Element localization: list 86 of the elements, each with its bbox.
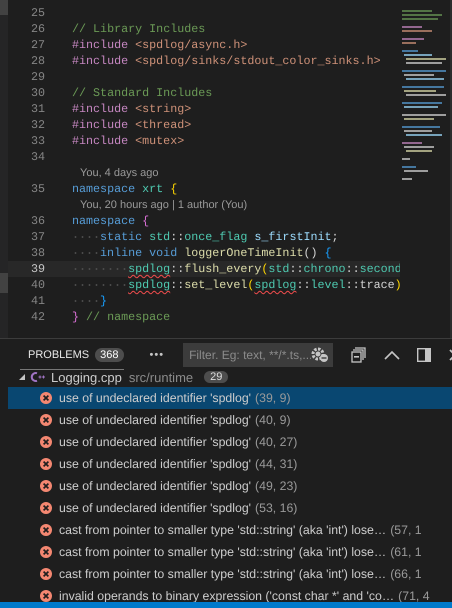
code-line: // Standard Includes — [72, 85, 212, 101]
line-number: 36 — [30, 213, 45, 229]
problem-message: cast from pointer to smaller type 'std::string' (aka 'int') lose… — [59, 545, 386, 559]
problem-message: use of undeclared identifier 'spdlog' — [59, 501, 252, 515]
problem-location: (44, 31) — [255, 457, 298, 471]
code-line: #include <thread> — [72, 117, 192, 133]
code-line: } // namespace — [72, 309, 170, 325]
problem-item[interactable]: use of undeclared identifier 'spdlog' (53, 16) — [8, 497, 452, 519]
line-number: 42 — [30, 309, 45, 325]
problem-count-badge: 29 — [204, 371, 228, 383]
error-icon — [40, 436, 52, 448]
filter-field[interactable]: Filter. Eg: text, **/*.ts,... — [183, 343, 334, 367]
problem-location: (57, 1 — [390, 523, 422, 537]
line-number: 37 — [30, 229, 45, 245]
file-path: src/runtime — [128, 371, 194, 384]
error-icon — [40, 502, 52, 514]
problem-item[interactable]: use of undeclared identifier 'spdlog' (49, 23) — [8, 475, 452, 497]
error-icon — [40, 480, 52, 492]
error-icon — [40, 568, 52, 580]
problem-item[interactable]: cast from pointer to smaller type 'std::string' (aka 'int') lose… (61, 1 — [8, 541, 452, 563]
line-number: 34 — [30, 149, 45, 165]
line-number: 41 — [30, 293, 45, 309]
error-icon — [40, 590, 52, 602]
problem-location: (49, 23) — [255, 479, 298, 493]
problem-count-badge: 368 — [95, 348, 124, 362]
line-number: 28 — [30, 53, 45, 69]
maximize-panel-icon[interactable] — [417, 348, 432, 362]
line-number: 31 — [30, 101, 45, 117]
code-line: static std::once_flag s_firstInit; — [100, 229, 339, 245]
line-number: 27 — [30, 37, 45, 53]
expanded-triangle-icon[interactable] — [18, 373, 26, 381]
code-lens-annotation[interactable]: You, 4 days ago — [80, 167, 158, 179]
problem-location: (66, 1 — [390, 567, 422, 581]
error-icon — [40, 392, 52, 404]
line-number: 35 — [30, 181, 45, 197]
code-line: inline void loggerOneTimeInit() { — [100, 245, 332, 261]
problem-message: use of undeclared identifier 'spdlog' — [59, 457, 252, 471]
line-number: 33 — [30, 133, 45, 149]
problem-location: (40, 9) — [255, 413, 291, 427]
problem-message: cast from pointer to smaller type 'std::string' (aka 'int') lose… — [59, 567, 386, 581]
code-line: namespace { — [72, 213, 150, 229]
problem-item[interactable]: cast from pointer to smaller type 'std::string' (aka 'int') lose… (66, 1 — [8, 563, 452, 585]
scroll-marker — [0, 273, 8, 293]
more-actions-button[interactable]: ••• — [150, 349, 164, 361]
line-number: 40 — [30, 277, 45, 293]
problem-message: cast from pointer to smaller type 'std::string' (aka 'int') lose… — [59, 523, 386, 537]
problem-item[interactable]: use of undeclared identifier 'spdlog' (40, 27) — [8, 431, 452, 453]
cpp-file-icon — [30, 371, 45, 383]
file-tree-item[interactable]: Logging.cpp src/runtime 29 — [0, 371, 452, 387]
problem-item[interactable]: use of undeclared identifier 'spdlog' (40, 9) — [8, 409, 452, 431]
filter-settings-icon[interactable] — [311, 347, 330, 363]
problem-message: use of undeclared identifier 'spdlog' — [59, 479, 252, 493]
code-line: namespace xrt { — [72, 181, 178, 197]
collapse-all-icon[interactable] — [351, 347, 368, 363]
chevron-up-icon[interactable] — [384, 350, 400, 360]
problem-location: (53, 16) — [255, 501, 298, 515]
code-line: } — [100, 293, 108, 309]
code-line: #include <spdlog/async.h> — [72, 37, 248, 53]
problem-location: (40, 27) — [255, 435, 298, 449]
code-line: spdlog::set_level(spdlog::level::trace) — [128, 277, 400, 293]
line-number: 29 — [30, 69, 45, 85]
code-line: // Library Includes — [72, 21, 206, 37]
problem-location: (39, 9) — [255, 391, 291, 405]
error-icon — [40, 546, 52, 558]
error-icon — [40, 414, 52, 426]
line-number: 39 — [30, 261, 45, 277]
problem-location: (61, 1 — [390, 545, 422, 559]
line-number: 30 — [30, 85, 45, 101]
code-line: #include <mutex> — [72, 133, 184, 149]
error-icon — [40, 524, 52, 536]
problem-item[interactable]: use of undeclared identifier 'spdlog' (44, 31) — [8, 453, 452, 475]
problem-item[interactable]: cast from pointer to smaller type 'std::string' (aka 'int') lose… (57, 1 — [8, 519, 452, 541]
problem-message: use of undeclared identifier 'spdlog' — [59, 435, 252, 449]
line-number: 32 — [30, 117, 45, 133]
problem-item[interactable]: use of undeclared identifier 'spdlog' (39, 9) — [8, 387, 452, 409]
line-number: 26 — [30, 21, 45, 37]
code-lens-annotation[interactable]: You, 20 hours ago | 1 author (You) — [80, 199, 248, 211]
error-icon — [40, 458, 52, 470]
problems-tab[interactable]: PROBLEMS 368 — [20, 340, 124, 370]
code-line: #include <spdlog/sinks/stdout_color_sinks.h> — [72, 53, 381, 69]
scroll-marker — [0, 0, 8, 15]
line-number: 25 — [30, 5, 45, 21]
problem-message: use of undeclared identifier 'spdlog' — [59, 391, 252, 405]
code-line: #include <string> — [72, 101, 192, 117]
line-number: 38 — [30, 245, 45, 261]
problem-message: use of undeclared identifier 'spdlog' — [59, 413, 252, 427]
